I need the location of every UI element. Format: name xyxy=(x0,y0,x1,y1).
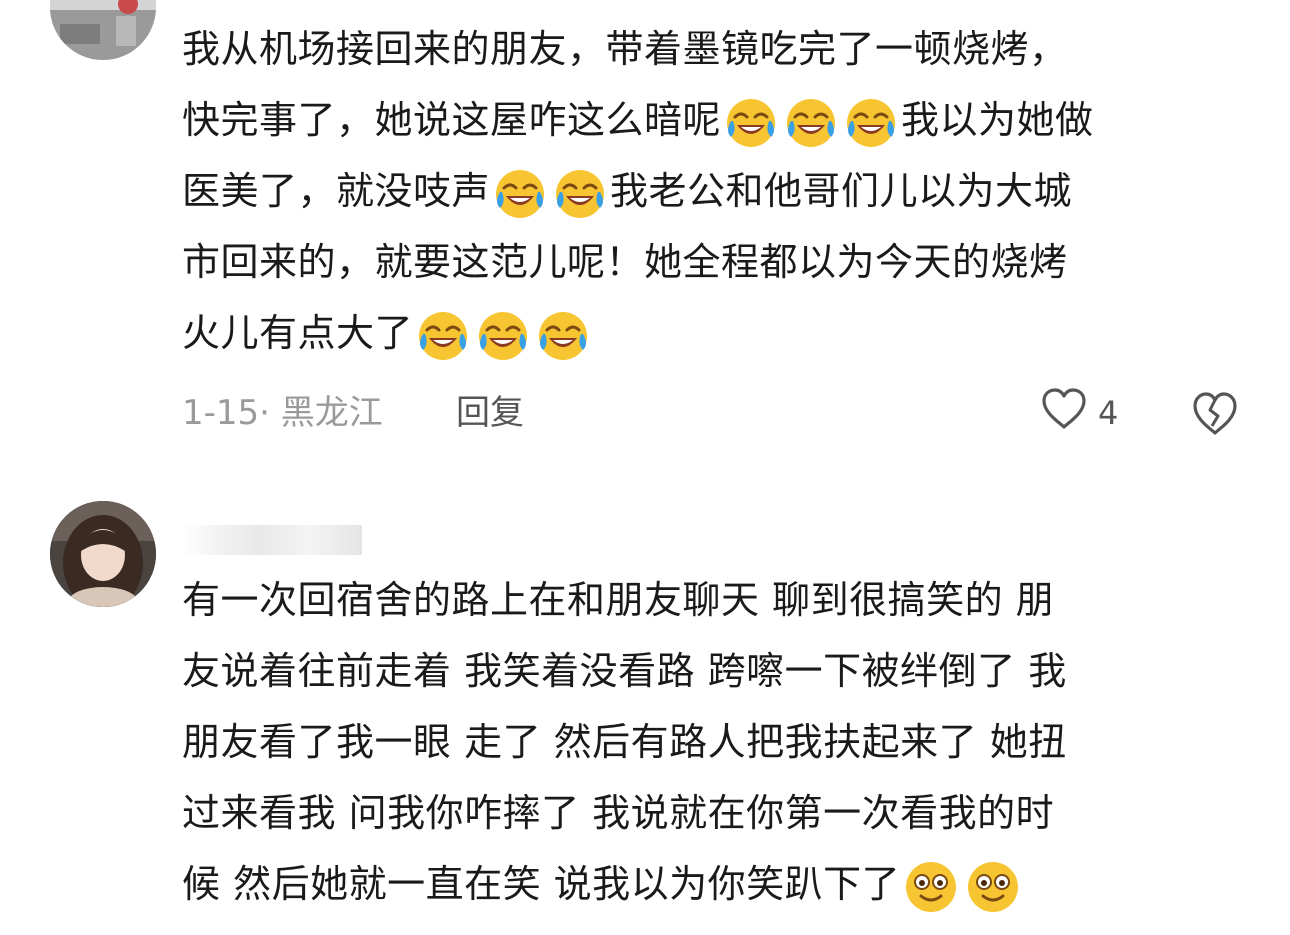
comment-text-segment: 我从机场接回来的朋友，带着墨镜吃完了一顿烧烤， xyxy=(182,27,1068,71)
laugh-cry-emoji-icon xyxy=(492,166,548,222)
laugh-cry-emoji-icon xyxy=(783,95,839,151)
comment-text: 有一次回宿舍的路上在和朋友聊天 聊到很搞笑的 朋友说着往前走着 我笑着没看路 跨… xyxy=(182,565,1262,920)
comment-line: 候 然后她就一直在笑 说我以为你笑趴下了 xyxy=(182,849,1262,920)
comment-line: 我从机场接回来的朋友，带着墨镜吃完了一顿烧烤， xyxy=(182,14,1262,85)
comment-text-segment: 市回来的，就要这范儿呢！她全程都以为今天的烧烤 xyxy=(182,240,1068,284)
like-button[interactable]: 4 xyxy=(1040,388,1118,438)
laugh-cry-emoji-icon xyxy=(535,308,591,364)
comment-text-segment: 朋友看了我一眼 走了 然后有路人把我扶起来了 她扭 xyxy=(182,720,1067,764)
laugh-cry-emoji-icon xyxy=(843,95,899,151)
broken-heart-icon xyxy=(1190,392,1240,442)
avatar[interactable] xyxy=(50,0,156,60)
comment-line: 快完事了，她说这屋咋这么暗呢 我以为她做 xyxy=(182,85,1262,156)
comment-text-segment: 快完事了，她说这屋咋这么暗呢 xyxy=(182,98,722,142)
comment-text-segment: 我以为她做 xyxy=(901,98,1094,142)
comment-line: 火儿有点大了 xyxy=(182,298,1262,369)
comment-text-segment: 我老公和他哥们儿以为大城 xyxy=(610,169,1073,213)
dislike-button[interactable] xyxy=(1190,388,1240,438)
heart-outline-icon xyxy=(1040,387,1088,439)
laugh-cry-emoji-icon xyxy=(475,308,531,364)
laugh-cry-emoji-icon xyxy=(415,308,471,364)
comment-date-location: 1-15· 黑龙江 xyxy=(182,393,383,433)
comment-text-segment: 火儿有点大了 xyxy=(182,311,414,355)
comment-text-segment: 友说着往前走着 我笑着没看路 跨嚓一下被绊倒了 我 xyxy=(182,649,1067,693)
wide-eyed-smile-emoji-icon xyxy=(964,858,1022,916)
reply-button[interactable]: 回复 xyxy=(456,390,524,436)
comment-card: 有一次回宿舍的路上在和朋友聊天 聊到很搞笑的 朋友说着往前走着 我笑着没看路 跨… xyxy=(0,495,1290,935)
comment-text-segment: 有一次回宿舍的路上在和朋友聊天 聊到很搞笑的 朋 xyxy=(182,578,1055,622)
laugh-cry-emoji-icon xyxy=(723,95,779,151)
comment-line: 友说着往前走着 我笑着没看路 跨嚓一下被绊倒了 我 xyxy=(182,636,1262,707)
comment-line: 有一次回宿舍的路上在和朋友聊天 聊到很搞笑的 朋 xyxy=(182,565,1262,636)
comment-line: 朋友看了我一眼 走了 然后有路人把我扶起来了 她扭 xyxy=(182,707,1262,778)
like-count: 4 xyxy=(1098,394,1119,432)
comment-line: 过来看我 问我你咋摔了 我说就在你第一次看我的时 xyxy=(182,778,1262,849)
comment-card: 我从机场接回来的朋友，带着墨镜吃完了一顿烧烤， 快完事了，她说这屋咋这么暗呢 我以… xyxy=(0,0,1290,470)
username-redacted xyxy=(182,525,362,555)
comment-text-segment: 医美了，就没吱声 xyxy=(182,169,491,213)
comment-line: 医美了，就没吱声 我老公和他哥们儿以为大城 xyxy=(182,156,1262,227)
wide-eyed-smile-emoji-icon xyxy=(902,858,960,916)
comment-text: 我从机场接回来的朋友，带着墨镜吃完了一顿烧烤， 快完事了，她说这屋咋这么暗呢 我以… xyxy=(182,14,1262,369)
laugh-cry-emoji-icon xyxy=(552,166,608,222)
comment-text-segment: 过来看我 问我你咋摔了 我说就在你第一次看我的时 xyxy=(182,791,1055,835)
avatar[interactable] xyxy=(50,501,156,607)
comment-line: 市回来的，就要这范儿呢！她全程都以为今天的烧烤 xyxy=(182,227,1262,298)
comment-text-segment: 候 然后她就一直在笑 说我以为你笑趴下了 xyxy=(182,862,901,906)
